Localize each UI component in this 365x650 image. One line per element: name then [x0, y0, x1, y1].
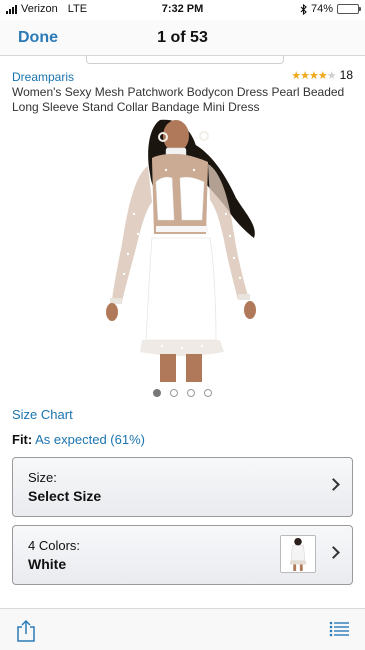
navigation-bar: Done 1 of 53 — [0, 20, 365, 56]
color-swatch-thumbnail — [280, 535, 316, 573]
rating[interactable]: ★★★★★ 18 — [291, 68, 353, 82]
carousel-dot[interactable] — [170, 389, 178, 397]
fit-info: Fit: As expected (61%) — [12, 432, 145, 447]
status-right: 74% — [300, 3, 361, 15]
star-empty-icon: ★ — [326, 69, 337, 82]
product-title: Women's Sexy Mesh Patchwork Bodycon Dres… — [12, 85, 345, 114]
color-count-label: 4 Colors: — [28, 538, 81, 553]
color-selector[interactable]: 4 Colors: White — [12, 525, 353, 585]
star-filled-icon: ★ — [317, 69, 328, 82]
chevron-right-icon — [327, 478, 340, 491]
share-icon[interactable] — [15, 619, 37, 643]
color-value: White — [28, 556, 67, 572]
star-filled-icon: ★ — [300, 69, 310, 82]
fit-label: Fit: — [12, 432, 33, 447]
page-counter: 1 of 53 — [157, 29, 208, 46]
bluetooth-icon — [300, 3, 307, 15]
chevron-right-icon — [327, 546, 340, 559]
image-carousel-dots[interactable] — [0, 389, 365, 397]
star-filled-icon: ★ — [291, 69, 301, 82]
brand-link[interactable]: Dreamparis — [12, 70, 74, 84]
size-chart-link[interactable]: Size Chart — [12, 407, 73, 422]
size-value: Select Size — [28, 488, 102, 504]
carousel-dot[interactable] — [153, 389, 161, 397]
carousel-dot[interactable] — [187, 389, 195, 397]
star-filled-icon: ★ — [309, 69, 319, 82]
rating-count: 18 — [339, 68, 353, 82]
pull-tab[interactable] — [86, 56, 284, 64]
product-image[interactable] — [86, 114, 282, 382]
fit-value-link[interactable]: As expected (61%) — [35, 432, 145, 447]
size-selector[interactable]: Size: Select Size — [12, 457, 353, 517]
size-label: Size: — [28, 470, 57, 485]
status-bar: Verizon LTE 7:32 PM 74% — [0, 0, 365, 20]
battery-percent: 74% — [310, 3, 333, 15]
battery-icon — [337, 4, 361, 14]
brand-row: Dreamparis ★★★★★ 18 — [12, 68, 353, 84]
bottom-toolbar — [0, 608, 365, 650]
carousel-dot[interactable] — [204, 389, 212, 397]
star-rating-icon: ★★★★★ — [291, 69, 337, 82]
list-icon[interactable] — [329, 621, 349, 637]
